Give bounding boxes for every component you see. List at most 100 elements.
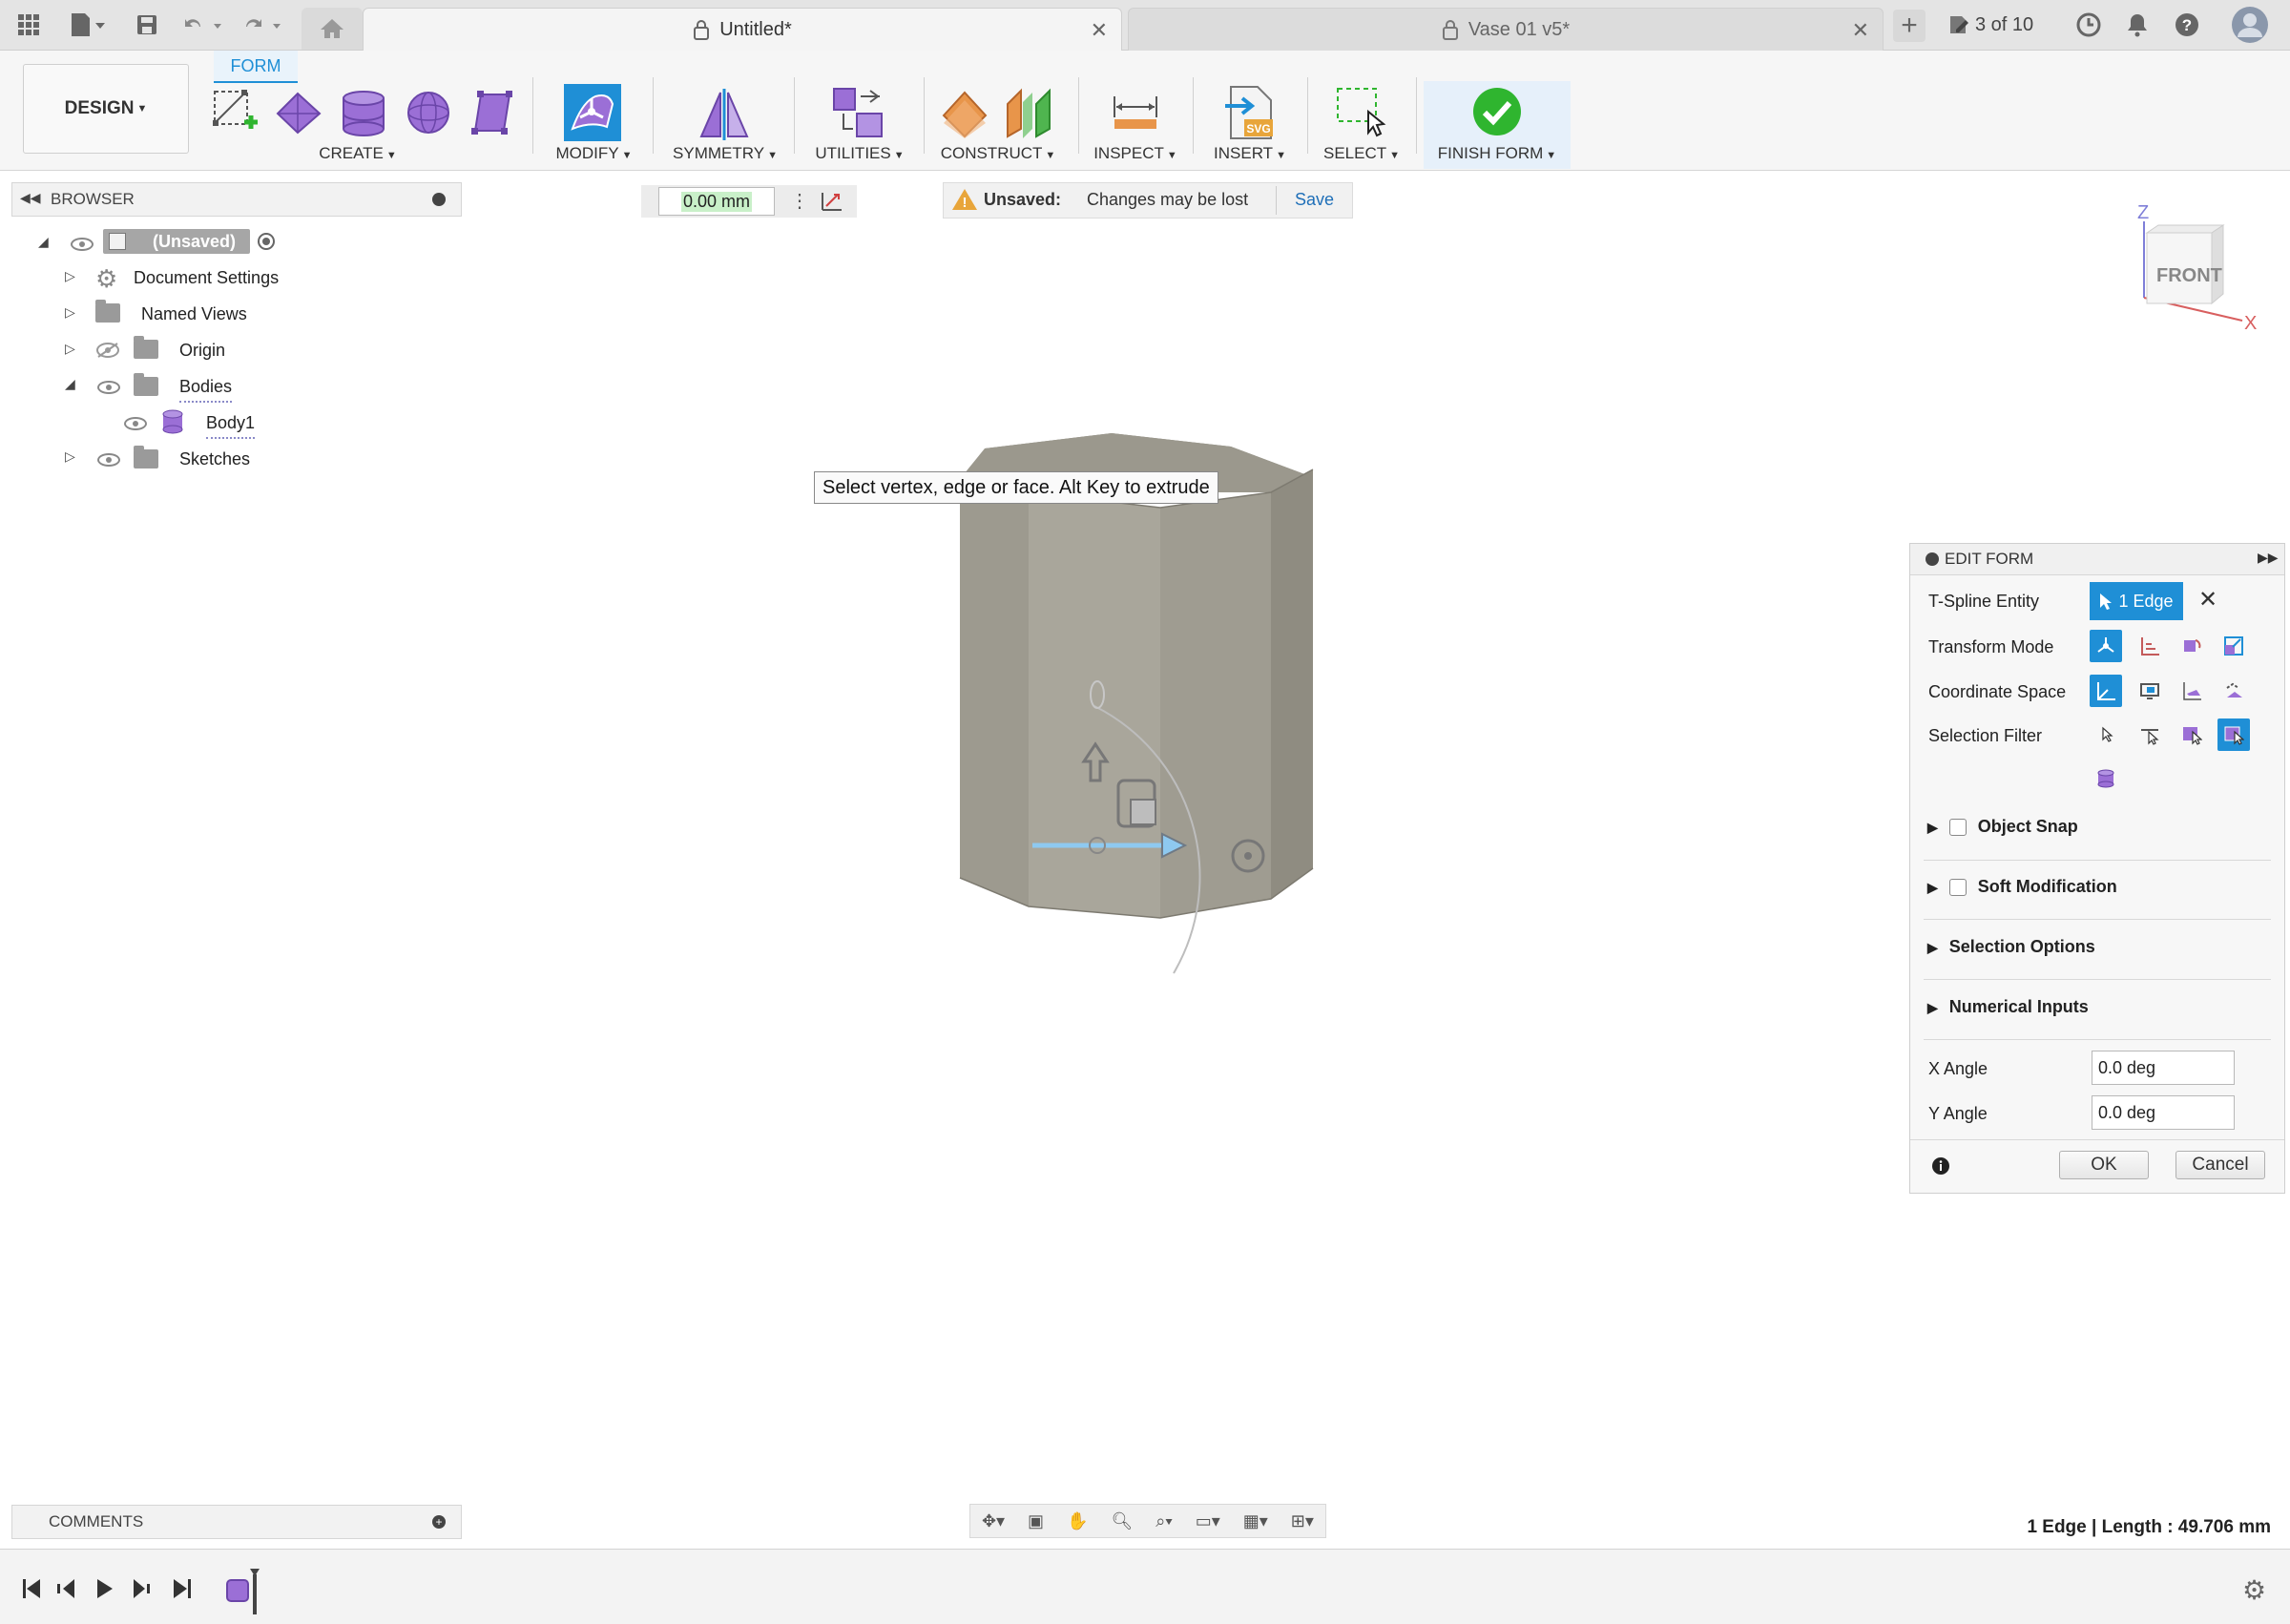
collapse-triangle-icon[interactable]: ◢	[65, 376, 75, 392]
collapse-dialog-icon[interactable]	[1926, 552, 1939, 566]
tree-item-origin[interactable]: Origin	[179, 336, 225, 364]
help-icon[interactable]: ?	[2174, 11, 2200, 38]
symmetry-menu[interactable]: SYMMETRY ▼	[668, 144, 782, 163]
redo-icon[interactable]	[242, 11, 284, 38]
workspace-switcher[interactable]: DESIGN ▼	[23, 64, 189, 154]
look-at-icon[interactable]: ▣	[1028, 1511, 1044, 1531]
step-forward-icon[interactable]	[132, 1578, 153, 1601]
browser-header[interactable]: ◀◀ BROWSER	[11, 182, 462, 217]
view-space-icon[interactable]	[2134, 675, 2166, 707]
quadball-icon[interactable]	[468, 89, 517, 141]
tspline-entity-selector[interactable]: 1 Edge	[2090, 582, 2183, 620]
body-filter-icon[interactable]	[2217, 718, 2250, 751]
tree-item-named-views[interactable]: Named Views	[141, 300, 247, 328]
rotate-icon[interactable]	[2176, 630, 2208, 662]
insert-menu[interactable]: INSERT ▼	[1202, 144, 1298, 163]
local-space-icon[interactable]	[2176, 675, 2208, 707]
expand-triangle-icon[interactable]: ▷	[65, 268, 75, 284]
info-icon[interactable]	[1931, 1156, 1950, 1176]
select-icon[interactable]	[1334, 85, 1387, 143]
display-settings-icon[interactable]: ▭▾	[1196, 1511, 1220, 1531]
modify-menu[interactable]: MODIFY ▼	[544, 144, 644, 163]
viewports-icon[interactable]: ⊞▾	[1291, 1511, 1314, 1531]
visibility-eye-icon[interactable]	[97, 453, 120, 467]
grid-settings-icon[interactable]: ▦▾	[1243, 1511, 1268, 1531]
measure-icon[interactable]	[1111, 93, 1160, 135]
visibility-eye-icon[interactable]	[71, 238, 94, 251]
root-component[interactable]: (Unsaved)	[103, 229, 250, 254]
add-comment-icon[interactable]: +	[432, 1515, 446, 1529]
tab-vase[interactable]: Vase 01 v5* ✕	[1128, 8, 1884, 51]
per-entity-space-icon[interactable]	[2217, 675, 2250, 707]
object-snap-checkbox[interactable]	[1948, 819, 1967, 837]
tree-item-document-settings[interactable]: Document Settings	[134, 263, 279, 292]
collapse-triangle-icon[interactable]: ◢	[38, 234, 49, 250]
multi-transform-icon[interactable]	[2090, 630, 2122, 662]
tree-item-bodies[interactable]: Bodies	[179, 372, 233, 403]
create-sketch-icon[interactable]	[210, 86, 260, 142]
translate-icon[interactable]	[2134, 630, 2166, 662]
app-grid-icon[interactable]	[15, 11, 42, 38]
axis-toggle-icon[interactable]	[819, 189, 843, 217]
create-menu[interactable]: CREATE ▼	[296, 144, 420, 163]
skip-to-start-icon[interactable]	[21, 1578, 42, 1601]
notification-bell-icon[interactable]	[2124, 11, 2151, 38]
world-space-icon[interactable]	[2090, 675, 2122, 707]
vertex-filter-icon[interactable]	[2090, 718, 2122, 751]
tspline-body[interactable]	[945, 420, 1326, 992]
save-link[interactable]: Save	[1295, 190, 1334, 210]
job-status[interactable]: 3 of 10	[1948, 11, 2033, 38]
edit-form-icon[interactable]	[563, 83, 622, 147]
plane-icon[interactable]	[275, 91, 323, 139]
browser-options-icon[interactable]	[432, 193, 446, 206]
midplane-icon[interactable]	[1004, 87, 1053, 145]
offset-plane-icon[interactable]	[940, 87, 989, 145]
ok-button[interactable]: OK	[2059, 1151, 2149, 1179]
expand-triangle-icon[interactable]: ▷	[65, 341, 75, 357]
activate-radio-icon[interactable]	[258, 233, 275, 250]
file-menu-icon[interactable]	[67, 11, 109, 38]
scale-icon[interactable]	[2217, 630, 2250, 662]
zoom-window-icon[interactable]: ⌕▾	[1155, 1511, 1173, 1531]
visibility-eye-icon[interactable]	[97, 381, 120, 394]
selection-options-section[interactable]: ▶ Selection Options	[1927, 937, 2095, 957]
cancel-button[interactable]: Cancel	[2176, 1151, 2265, 1179]
pan-icon[interactable]: ✋	[1067, 1511, 1088, 1531]
clock-icon[interactable]	[2075, 11, 2102, 38]
close-icon[interactable]: ✕	[1091, 18, 1108, 43]
tree-item-sketches[interactable]: Sketches	[179, 445, 250, 473]
finish-form-button[interactable]: FINISH FORM ▼	[1424, 81, 1571, 169]
home-icon[interactable]	[302, 8, 363, 50]
soft-modification-section[interactable]: ▶ Soft Modification	[1927, 877, 2117, 897]
visibility-eye-icon[interactable]	[124, 417, 147, 430]
cylinder-icon[interactable]	[340, 89, 387, 141]
construct-menu[interactable]: CONSTRUCT ▼	[933, 144, 1063, 163]
tree-item-body1[interactable]: Body1	[206, 408, 256, 439]
zoom-icon[interactable]: 🔍︎	[1111, 1511, 1133, 1531]
expand-triangle-icon[interactable]: ▷	[65, 304, 75, 321]
save-icon[interactable]	[134, 11, 160, 38]
hidden-eye-icon[interactable]	[95, 342, 120, 364]
mirror-icon[interactable]	[697, 87, 751, 145]
skip-to-end-icon[interactable]	[172, 1578, 193, 1601]
comments-header[interactable]: COMMENTS +	[11, 1505, 462, 1539]
undo-icon[interactable]	[183, 11, 225, 38]
orbit-icon[interactable]: ✥▾	[982, 1511, 1005, 1531]
avatar[interactable]	[2231, 6, 2269, 44]
collapse-panel-icon[interactable]: ◀◀	[20, 190, 41, 206]
step-back-icon[interactable]	[55, 1578, 76, 1601]
inspect-menu[interactable]: INSPECT ▼	[1088, 144, 1183, 163]
close-icon[interactable]: ✕	[1852, 18, 1869, 43]
numerical-inputs-section[interactable]: ▶ Numerical Inputs	[1927, 997, 2089, 1017]
body-select-icon[interactable]	[2090, 762, 2122, 795]
utilities-menu[interactable]: UTILITIES ▼	[807, 144, 912, 163]
expand-triangle-icon[interactable]: ▷	[65, 448, 75, 465]
viewcube[interactable]: Z X FRONT	[2128, 202, 2271, 336]
insert-svg-icon[interactable]: SVG	[1223, 85, 1277, 145]
select-menu[interactable]: SELECT ▼	[1319, 144, 1405, 163]
timeline-settings-gear-icon[interactable]: ⚙	[2242, 1574, 2266, 1606]
new-tab-icon[interactable]: +	[1893, 10, 1926, 42]
tab-untitled[interactable]: Untitled* ✕	[363, 8, 1122, 51]
clear-selection-icon[interactable]: ✕	[2198, 586, 2217, 614]
form-feature-icon[interactable]	[223, 1567, 267, 1614]
